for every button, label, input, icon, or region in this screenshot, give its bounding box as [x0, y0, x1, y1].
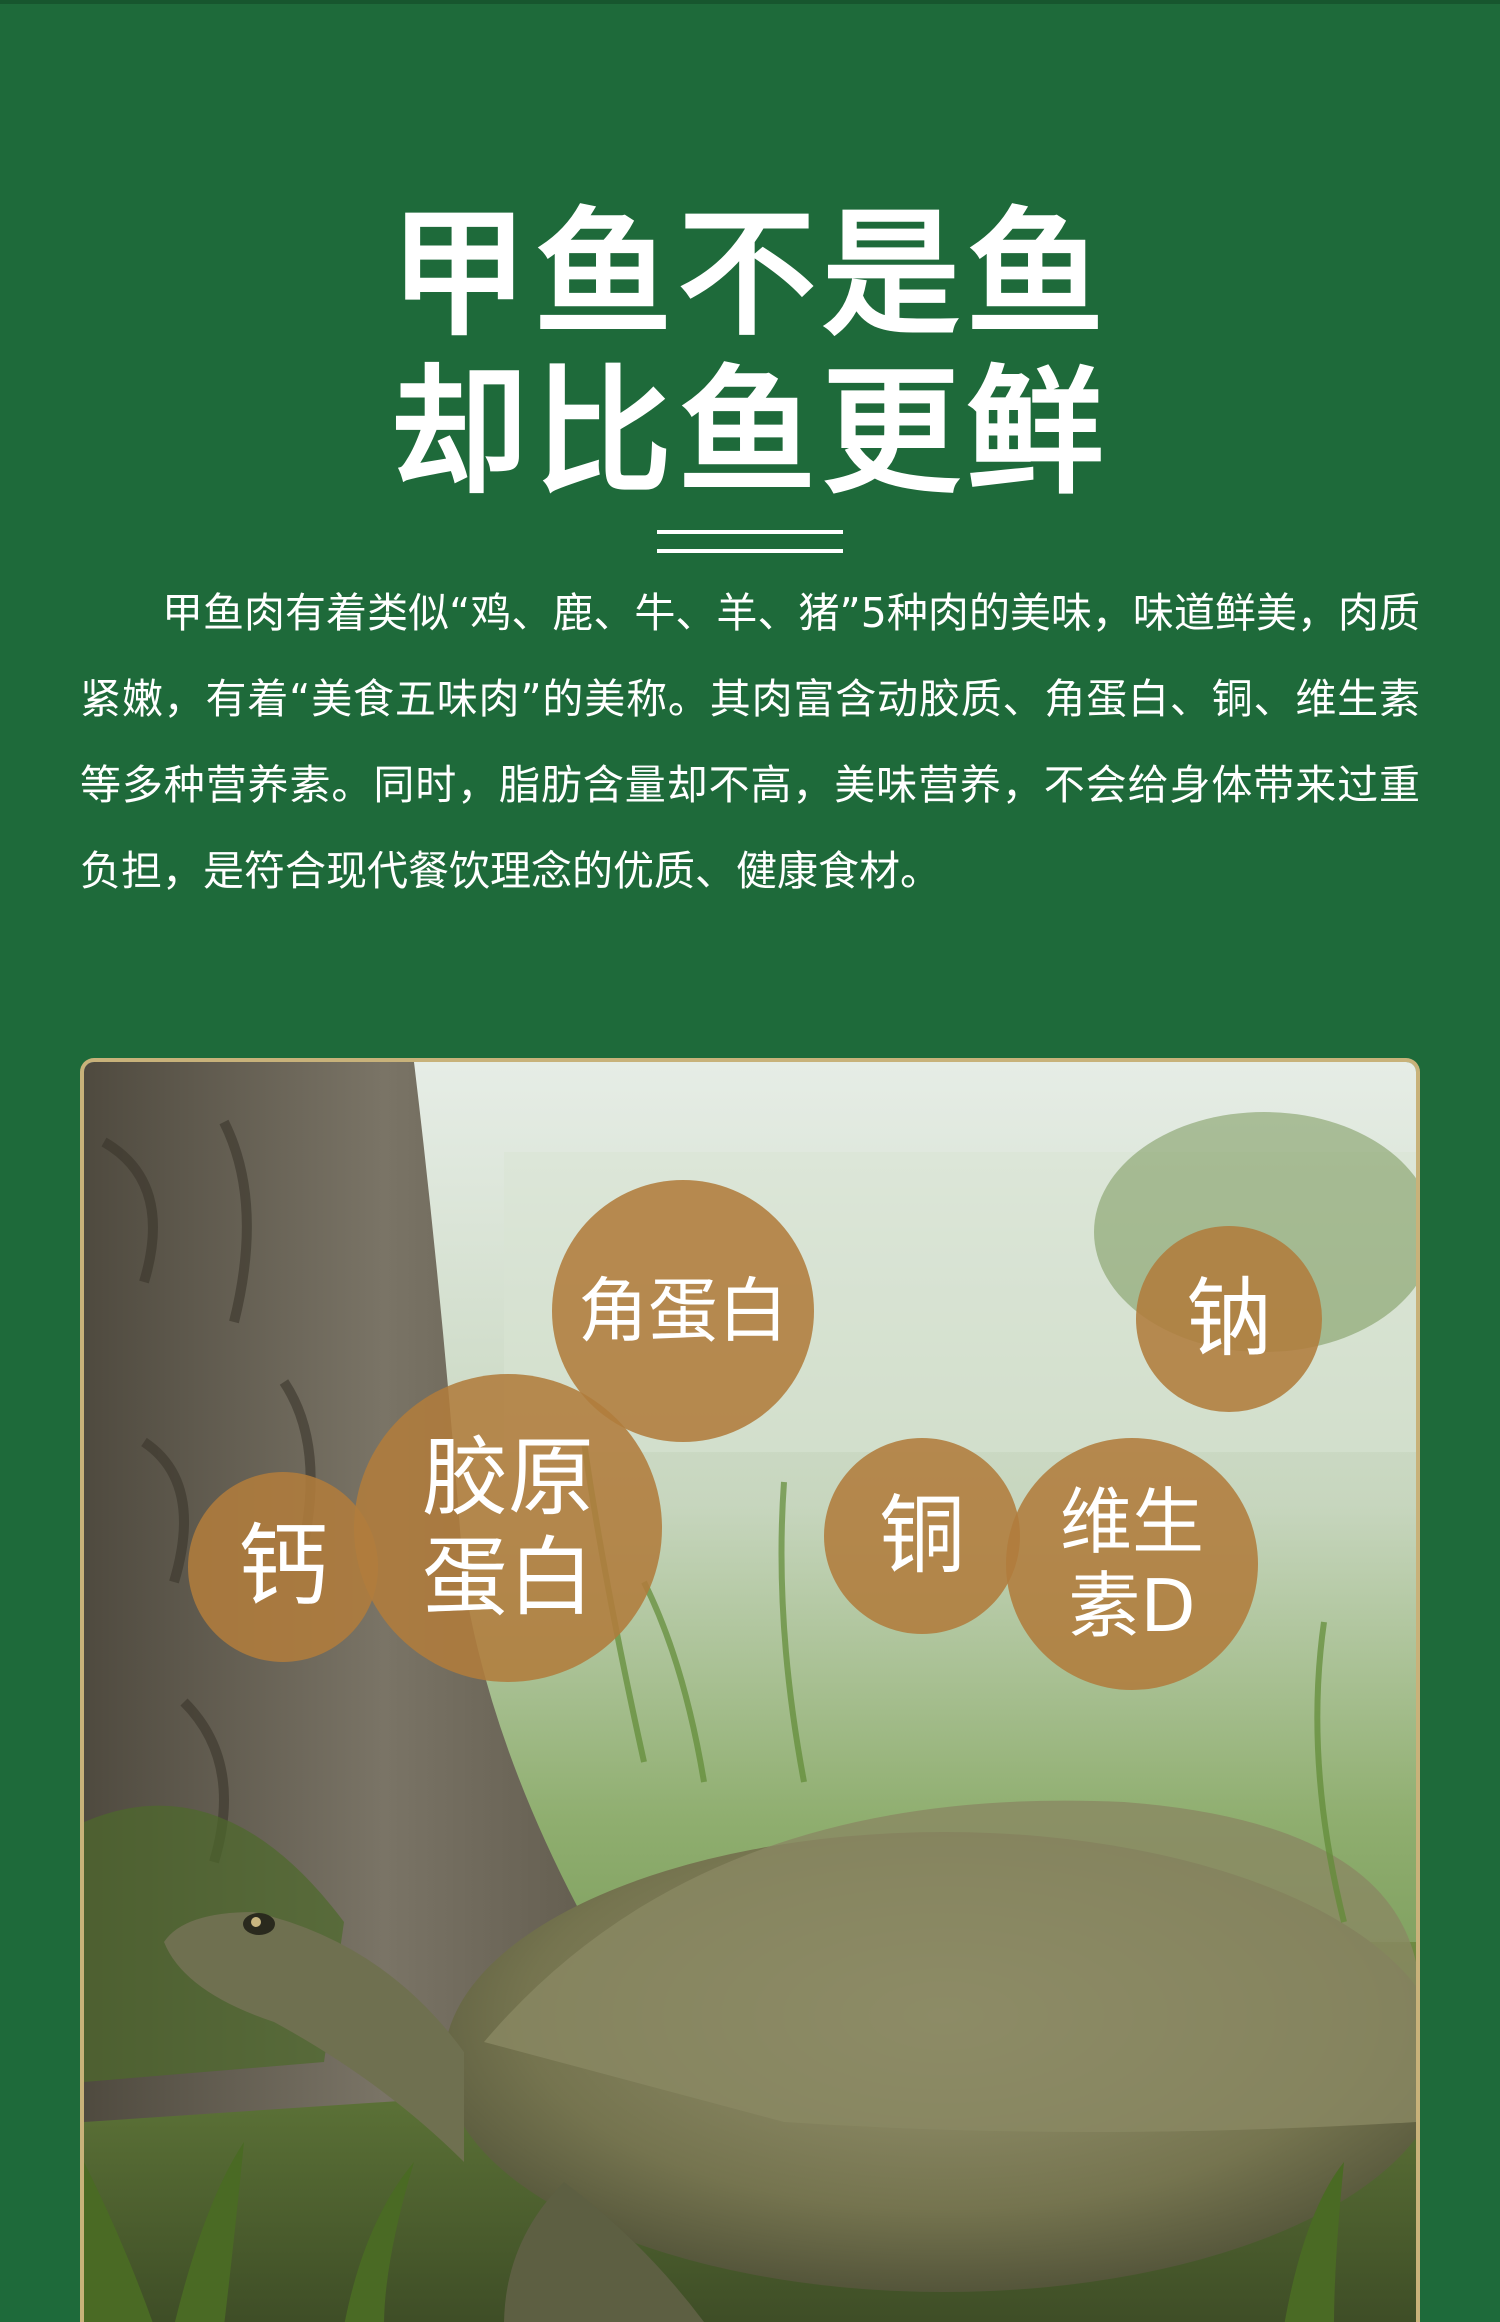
softshell-turtle-photo: 角蛋白 钠 钙 胶原 蛋白 铜 维生 素D	[80, 1058, 1420, 2322]
bubble-copper: 铜	[824, 1438, 1020, 1634]
bubble-collagen: 胶原 蛋白	[354, 1374, 662, 1682]
headline-line-1: 甲鱼不是鱼	[389, 192, 1110, 355]
bubble-calcium: 钙	[188, 1472, 378, 1662]
bubble-vitamin-d: 维生 素D	[1006, 1438, 1258, 1690]
headline: 甲鱼不是鱼 却比鱼更鲜	[0, 195, 1500, 511]
headline-line-2: 却比鱼更鲜	[389, 350, 1110, 513]
top-border	[0, 0, 1500, 4]
intro-paragraph: 甲鱼肉有着类似“鸡、鹿、牛、羊、猪”5种肉的美味，味道鲜美，肉质紧嫩，有着“美食…	[80, 589, 1420, 895]
divider-line-top	[657, 530, 843, 534]
divider-line-bottom	[657, 549, 843, 553]
bubble-sodium: 钠	[1136, 1226, 1322, 1412]
